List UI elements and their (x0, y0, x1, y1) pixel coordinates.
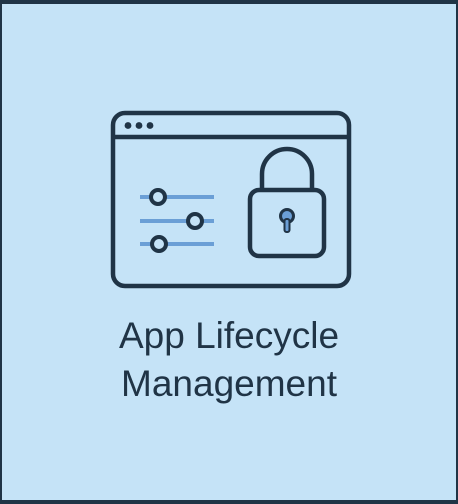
tile-title: App Lifecycle Management (2, 312, 456, 408)
browser-window-icon (110, 110, 352, 289)
tile-title-line-2: Management (121, 363, 337, 404)
padlock-icon (247, 146, 327, 259)
app-lifecycle-icon (106, 106, 356, 292)
sliders-icon (140, 188, 214, 253)
app-lifecycle-management-tile[interactable]: App Lifecycle Management (0, 0, 458, 504)
tile-title-line-1: App Lifecycle (118, 315, 340, 356)
